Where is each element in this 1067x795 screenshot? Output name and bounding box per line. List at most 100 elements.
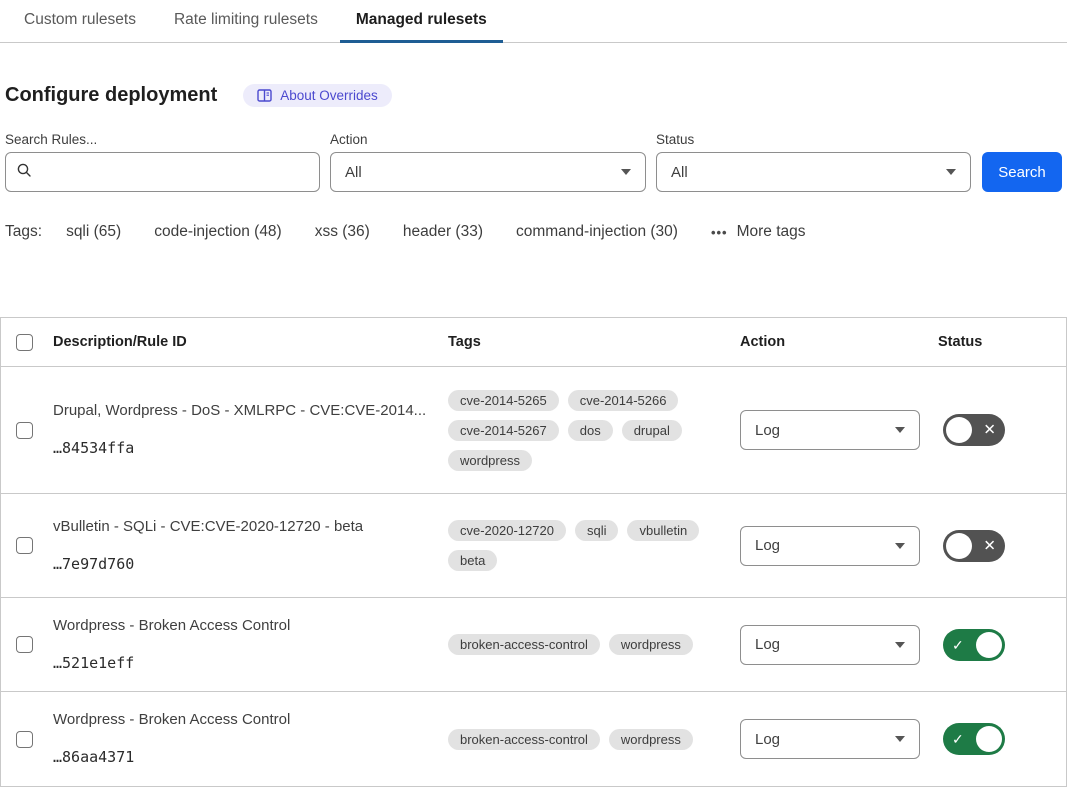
rule-action-value: Log [755, 537, 780, 554]
search-rules-input[interactable] [39, 163, 309, 182]
rule-status-toggle-on[interactable]: ✓ [943, 629, 1005, 661]
toggle-knob [946, 533, 972, 559]
tag-filter-command-injection[interactable]: command-injection (30) [516, 223, 678, 241]
table-header-row: Description/Rule ID Tags Action Status [1, 318, 1066, 367]
rule-action-select[interactable]: Log [740, 625, 920, 665]
toggle-knob [946, 417, 972, 443]
toggle-off-x-icon: ✕ [983, 423, 996, 438]
tag-filter-header[interactable]: header (33) [403, 223, 483, 241]
tags-bar-label: Tags: [5, 223, 42, 241]
rule-tag: wordpress [609, 729, 693, 750]
more-tags-label: More tags [737, 223, 806, 241]
column-header-status: Status [938, 334, 1066, 350]
ellipsis-icon: ••• [711, 225, 728, 240]
row-checkbox[interactable] [16, 731, 33, 748]
rule-description-cell: Wordpress - Broken Access Control …521e1… [53, 617, 448, 673]
rule-tag: wordpress [609, 634, 693, 655]
toggle-knob [976, 726, 1002, 752]
table-row: Wordpress - Broken Access Control …521e1… [1, 598, 1066, 692]
toggle-off-x-icon: ✕ [983, 538, 996, 553]
select-all-checkbox[interactable] [16, 334, 33, 351]
page-title: Configure deployment [5, 84, 217, 107]
toggle-on-check-icon: ✓ [952, 638, 964, 652]
caret-down-icon [621, 169, 631, 175]
caret-down-icon [895, 736, 905, 742]
search-button[interactable]: Search [982, 152, 1062, 192]
column-header-action: Action [740, 334, 938, 350]
rule-status-cell: ✓ [938, 629, 1066, 661]
rule-tag: drupal [622, 420, 682, 441]
caret-down-icon [946, 169, 956, 175]
search-rules-label: Search Rules... [5, 132, 320, 147]
row-checkbox-cell [1, 422, 53, 439]
tab-rate-limiting-rulesets[interactable]: Rate limiting rulesets [158, 11, 334, 42]
rule-action-select[interactable]: Log [740, 526, 920, 566]
row-checkbox[interactable] [16, 636, 33, 653]
rule-tag: cve-2014-5265 [448, 390, 559, 411]
tab-custom-rulesets[interactable]: Custom rulesets [8, 11, 152, 42]
rule-tag: cve-2014-5267 [448, 420, 559, 441]
tag-filter-code-injection[interactable]: code-injection (48) [154, 223, 282, 241]
row-checkbox[interactable] [16, 537, 33, 554]
table-row: Drupal, Wordpress - DoS - XMLRPC - CVE:C… [1, 367, 1066, 494]
rule-tag: cve-2020-12720 [448, 520, 566, 541]
action-filter-group: Action All [330, 132, 646, 192]
rule-description-cell: Wordpress - Broken Access Control …86aa4… [53, 711, 448, 767]
caret-down-icon [895, 427, 905, 433]
rule-tag: cve-2014-5266 [568, 390, 679, 411]
ruleset-tabs: Custom rulesets Rate limiting rulesets M… [0, 0, 1067, 43]
rule-action-cell: Log [740, 625, 938, 665]
rule-tags-cell: cve-2020-12720 sqli vbulletin beta [448, 520, 740, 571]
column-header-description: Description/Rule ID [53, 334, 448, 350]
column-header-tags: Tags [448, 334, 740, 350]
status-filter-select[interactable]: All [656, 152, 971, 192]
rule-action-value: Log [755, 422, 780, 439]
rule-tag: broken-access-control [448, 729, 600, 750]
rule-action-select[interactable]: Log [740, 719, 920, 759]
rule-id: …86aa4371 [53, 748, 134, 766]
rule-description: Wordpress - Broken Access Control [53, 711, 448, 728]
rule-action-cell: Log [740, 719, 938, 759]
row-checkbox-cell [1, 636, 53, 653]
rule-action-select[interactable]: Log [740, 410, 920, 450]
rule-tags-cell: cve-2014-5265 cve-2014-5266 cve-2014-526… [448, 390, 740, 471]
header-checkbox-cell [1, 334, 53, 351]
rule-tag: broken-access-control [448, 634, 600, 655]
toggle-knob [976, 632, 1002, 658]
rule-action-cell: Log [740, 410, 938, 450]
search-icon [16, 162, 32, 182]
caret-down-icon [895, 543, 905, 549]
rule-description-cell: vBulletin - SQLi - CVE:CVE-2020-12720 - … [53, 518, 448, 574]
filters-bar: Search Rules... Action All Status [5, 132, 1062, 192]
rule-description: vBulletin - SQLi - CVE:CVE-2020-12720 - … [53, 518, 448, 535]
rule-status-toggle-off[interactable]: ✕ [943, 414, 1005, 446]
rule-tag: wordpress [448, 450, 532, 471]
rule-status-toggle-on[interactable]: ✓ [943, 723, 1005, 755]
about-overrides-badge[interactable]: About Overrides [243, 84, 392, 107]
rule-description-cell: Drupal, Wordpress - DoS - XMLRPC - CVE:C… [53, 402, 448, 458]
tag-filter-xss[interactable]: xss (36) [315, 223, 370, 241]
status-filter-group: Status All [656, 132, 971, 192]
rule-id: …521e1eff [53, 654, 134, 672]
rule-action-value: Log [755, 636, 780, 653]
tab-managed-rulesets[interactable]: Managed rulesets [340, 11, 503, 42]
rule-id: …84534ffa [53, 439, 134, 457]
tags-bar: Tags: sqli (65) code-injection (48) xss … [5, 223, 1062, 241]
row-checkbox[interactable] [16, 422, 33, 439]
rule-action-value: Log [755, 731, 780, 748]
rule-status-cell: ✕ [938, 414, 1066, 446]
rule-tag: beta [448, 550, 497, 571]
status-filter-value: All [671, 164, 688, 181]
heading-row: Configure deployment About Overrides [5, 84, 1062, 107]
tag-filter-sqli[interactable]: sqli (65) [66, 223, 121, 241]
action-filter-select[interactable]: All [330, 152, 646, 192]
rule-tag: vbulletin [627, 520, 699, 541]
rule-status-toggle-off[interactable]: ✕ [943, 530, 1005, 562]
rule-status-cell: ✓ [938, 723, 1066, 755]
status-filter-label: Status [656, 132, 971, 147]
rule-tags-cell: broken-access-control wordpress [448, 729, 740, 750]
table-row: vBulletin - SQLi - CVE:CVE-2020-12720 - … [1, 494, 1066, 598]
search-input-wrapper [5, 152, 320, 192]
more-tags-button[interactable]: ••• More tags [711, 223, 806, 241]
search-rules-group: Search Rules... [5, 132, 320, 192]
